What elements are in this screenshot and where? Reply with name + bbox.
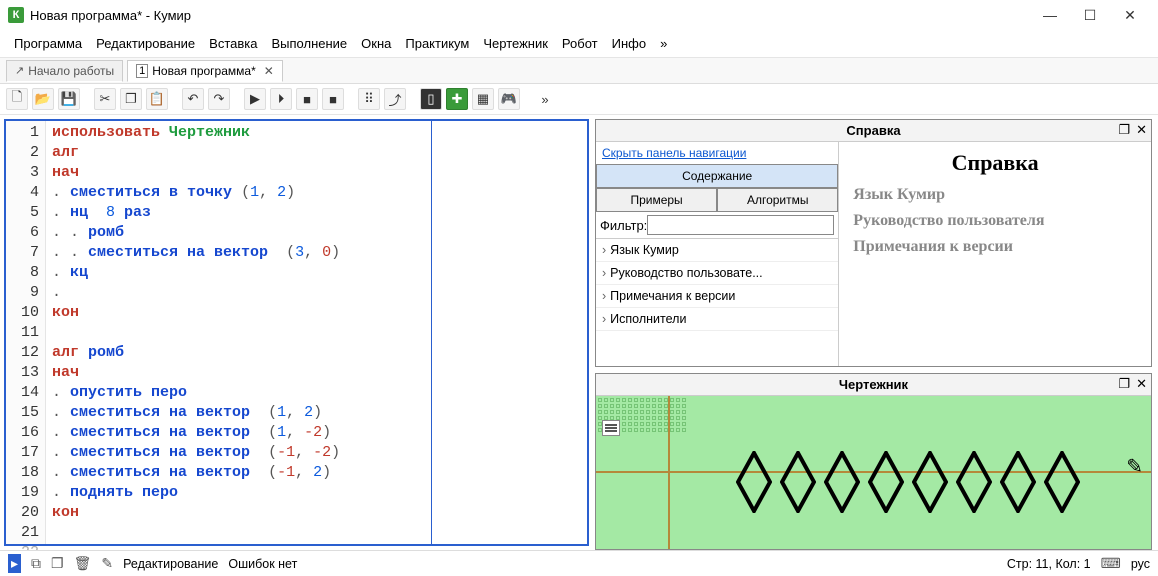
- toolbar-more-button[interactable]: »: [534, 88, 556, 110]
- sb-language[interactable]: рус: [1131, 557, 1150, 571]
- tab-start[interactable]: ↗ Начало работы: [6, 60, 123, 82]
- sb-errors: Ошибок нет: [228, 557, 297, 571]
- tab-new-program[interactable]: 1 Новая программа* ✕: [127, 60, 283, 82]
- drawer-canvas[interactable]: ✎: [596, 396, 1151, 549]
- sb-edit-icon[interactable]: ✎: [101, 555, 113, 572]
- pencil-icon: ✎: [1126, 454, 1143, 479]
- layout-d-button[interactable]: 🎮: [498, 88, 520, 110]
- help-heading: Справка: [853, 150, 1137, 176]
- sb-mode: Редактирование: [123, 557, 218, 571]
- maximize-button[interactable]: ☐: [1070, 0, 1110, 30]
- sb-position: Стр: 11, Кол: 1: [1007, 557, 1091, 571]
- step-button[interactable]: ⏵: [270, 88, 292, 110]
- rhombus-shape: [1044, 451, 1072, 507]
- menu-drawer[interactable]: Чертежник: [477, 34, 554, 53]
- nav-item-guide[interactable]: Руководство пользовате...: [596, 262, 838, 285]
- nav-item-lang[interactable]: Язык Кумир: [596, 239, 838, 262]
- minimize-button[interactable]: —: [1030, 0, 1070, 30]
- rhombus-shape: [868, 451, 896, 507]
- help-tab-examples[interactable]: Примеры: [596, 188, 717, 212]
- tab-new-label: Новая программа*: [152, 64, 256, 78]
- menu-practicum[interactable]: Практикум: [399, 34, 475, 53]
- help-link-guide[interactable]: Руководство пользователя: [853, 212, 1137, 230]
- close-icon[interactable]: ✕: [264, 64, 274, 78]
- code-area[interactable]: использовать Чертежник алг нач . сместит…: [46, 121, 432, 544]
- menu-edit[interactable]: Редактирование: [90, 34, 201, 53]
- save-file-button[interactable]: 💾: [58, 88, 80, 110]
- cut-button[interactable]: ✂: [94, 88, 116, 110]
- run-button[interactable]: ▶: [244, 88, 266, 110]
- menu-more[interactable]: »: [654, 34, 673, 53]
- layout-b-button[interactable]: ✚: [446, 88, 468, 110]
- app-icon: К: [8, 7, 24, 23]
- help-panel-title: Справка ❐ ✕: [596, 120, 1151, 142]
- help-filter-input[interactable]: [647, 215, 834, 235]
- sb-copy-icon[interactable]: ❐: [51, 555, 64, 572]
- help-nav: Скрыть панель навигации Содержание Приме…: [596, 142, 839, 366]
- rhombus-shape: [824, 451, 852, 507]
- drawer-menu-icon[interactable]: [602, 420, 620, 436]
- redo-button[interactable]: ↷: [208, 88, 230, 110]
- help-tab-contents[interactable]: Содержание: [596, 164, 838, 188]
- code-editor: 1234567891011121314151617181920212223 ис…: [4, 119, 589, 546]
- nav-item-performers[interactable]: Исполнители: [596, 308, 838, 331]
- layout-a-button[interactable]: ▯: [420, 88, 442, 110]
- undo-button[interactable]: ↶: [182, 88, 204, 110]
- help-panel: Справка ❐ ✕ Скрыть панель навигации Соде…: [595, 119, 1152, 367]
- paste-button[interactable]: 📋: [146, 88, 168, 110]
- help-content: Справка Язык Кумир Руководство пользоват…: [839, 142, 1151, 366]
- status-bar: ▸ ⧉ ❐ 🗑 ✎ Редактирование Ошибок нет Стр:…: [0, 550, 1158, 576]
- menu-run[interactable]: Выполнение: [265, 34, 353, 53]
- rhombus-shape: [1000, 451, 1028, 507]
- panel-popout-icon[interactable]: ❐: [1118, 122, 1130, 138]
- help-link-notes[interactable]: Примечания к версии: [853, 238, 1137, 256]
- window-title: Новая программа* - Кумир: [30, 8, 1030, 23]
- menu-windows[interactable]: Окна: [355, 34, 397, 53]
- panel-popout-icon[interactable]: ❐: [1118, 376, 1130, 392]
- sb-variables-icon[interactable]: ⧉: [31, 555, 41, 572]
- main-area: 1234567891011121314151617181920212223 ис…: [0, 115, 1158, 550]
- document-tab-bar: ↗ Начало работы 1 Новая программа* ✕: [0, 58, 1158, 84]
- new-file-button[interactable]: 🗋: [6, 88, 28, 110]
- tab-new-icon: 1: [136, 64, 148, 78]
- y-axis: [668, 396, 670, 549]
- main-toolbar: 🗋 📂 💾 ✂ ❐ 📋 ↶ ↷ ▶ ⏵ ■ ■ ⠿ ⤴ ▯ ✚ ▦ 🎮 »: [0, 84, 1158, 115]
- toggle-b-button[interactable]: ⤴: [384, 88, 406, 110]
- drawer-panel-title: Чертежник ❐ ✕: [596, 374, 1151, 396]
- right-column: Справка ❐ ✕ Скрыть панель навигации Соде…: [593, 115, 1158, 550]
- rhombus-shape: [956, 451, 984, 507]
- menu-robot[interactable]: Робот: [556, 34, 604, 53]
- rhombus-shape: [912, 451, 940, 507]
- copy-button[interactable]: ❐: [120, 88, 142, 110]
- drawer-panel: Чертежник ❐ ✕ ✎: [595, 373, 1152, 550]
- panel-close-icon[interactable]: ✕: [1136, 376, 1147, 392]
- nav-item-notes[interactable]: Примечания к версии: [596, 285, 838, 308]
- panel-close-icon[interactable]: ✕: [1136, 122, 1147, 138]
- tab-start-label: Начало работы: [28, 64, 114, 78]
- sb-trash-icon[interactable]: 🗑: [74, 555, 92, 572]
- help-tab-algos[interactable]: Алгоритмы: [717, 188, 838, 212]
- sb-keys-icon[interactable]: ⌨: [1101, 555, 1121, 572]
- title-bar: К Новая программа* - Кумир — ☐ ✕: [0, 0, 1158, 30]
- open-file-button[interactable]: 📂: [32, 88, 54, 110]
- menu-info[interactable]: Инфо: [606, 34, 652, 53]
- menu-insert[interactable]: Вставка: [203, 34, 263, 53]
- sb-console-icon[interactable]: ▸: [8, 554, 21, 573]
- menu-bar: Программа Редактирование Вставка Выполне…: [0, 30, 1158, 58]
- stop-button[interactable]: ■: [296, 88, 318, 110]
- tab-start-icon: ↗: [15, 64, 24, 77]
- hide-nav-link[interactable]: Скрыть панель навигации: [596, 142, 838, 164]
- menu-program[interactable]: Программа: [8, 34, 88, 53]
- layout-c-button[interactable]: ▦: [472, 88, 494, 110]
- rhombus-shape: [736, 451, 764, 507]
- toggle-a-button[interactable]: ⠿: [358, 88, 380, 110]
- rhombus-shape: [780, 451, 808, 507]
- editor-side-pane: [432, 121, 587, 544]
- help-filter-row: Фильтр:: [596, 212, 838, 239]
- pause-button[interactable]: ■: [322, 88, 344, 110]
- close-button[interactable]: ✕: [1110, 0, 1150, 30]
- help-filter-label: Фильтр:: [600, 218, 647, 233]
- line-gutter: 1234567891011121314151617181920212223: [6, 121, 46, 544]
- help-link-lang[interactable]: Язык Кумир: [853, 186, 1137, 204]
